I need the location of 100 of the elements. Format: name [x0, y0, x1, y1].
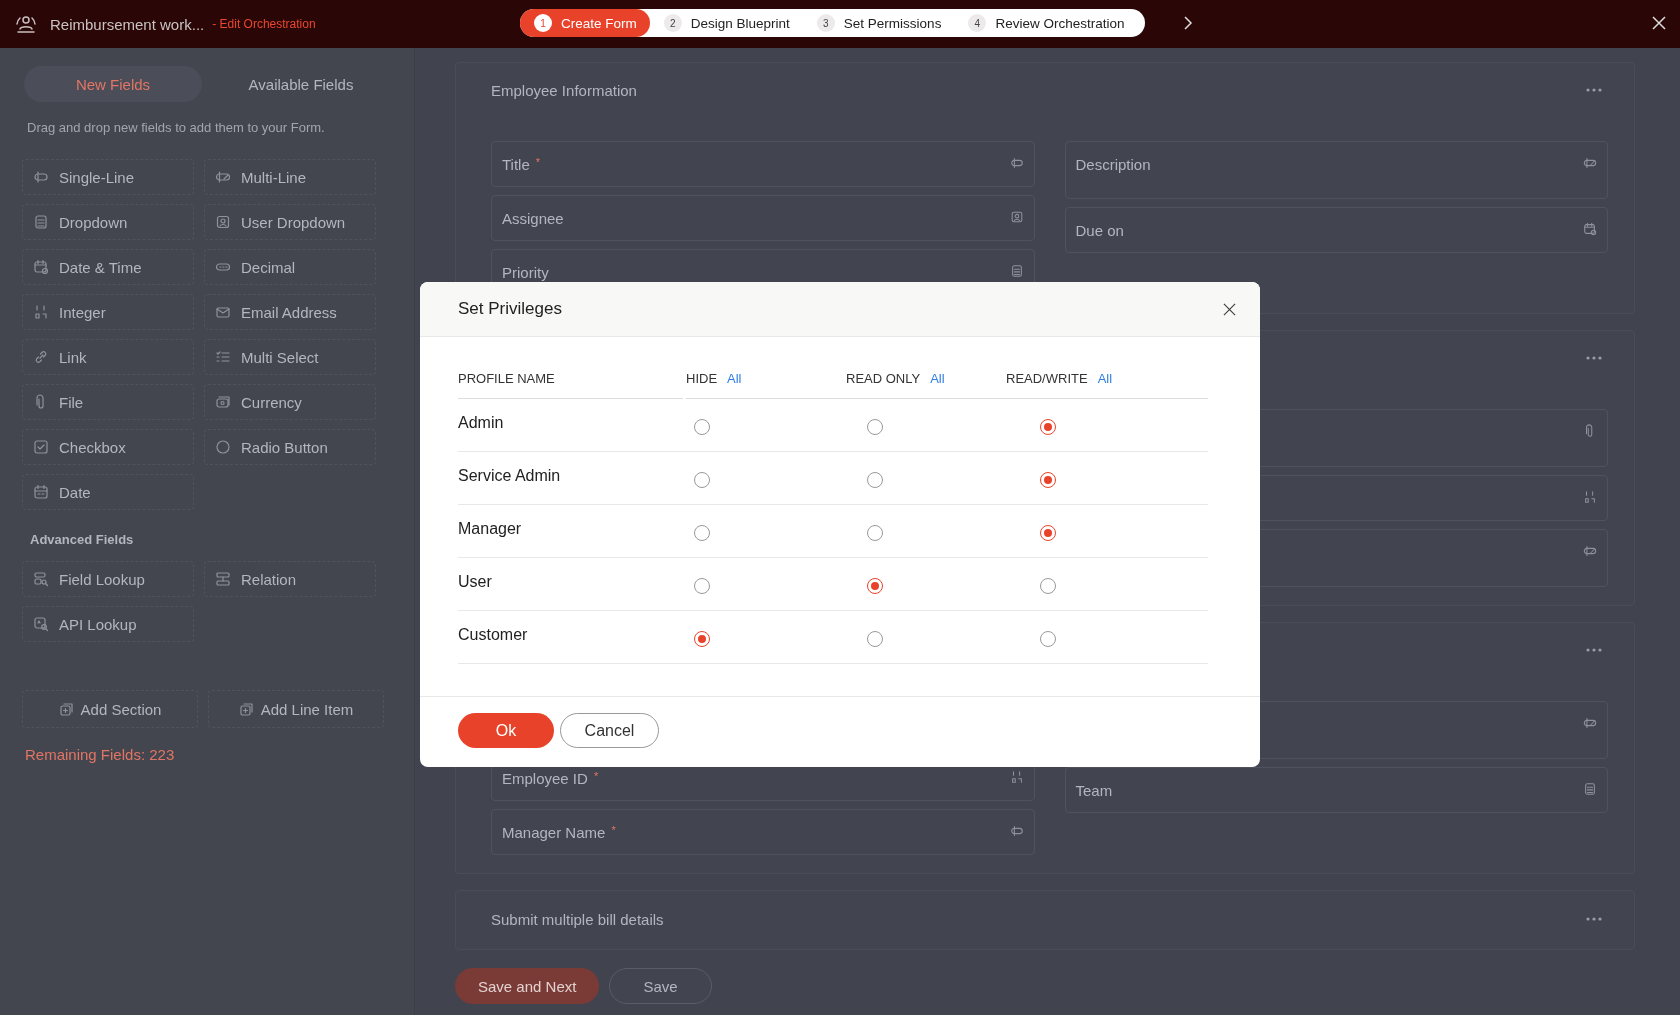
more-icon[interactable] [1586, 648, 1602, 652]
field-tab[interactable]: Available Fields [212, 66, 390, 102]
radio-button[interactable] [694, 472, 710, 488]
add-copy-icon [58, 701, 75, 717]
calendar-icon [33, 484, 49, 500]
select-all-link[interactable]: All [1097, 371, 1113, 386]
field-type-tile[interactable]: Single-Line [22, 159, 194, 195]
more-icon[interactable] [1586, 917, 1602, 921]
field-type-tile[interactable]: User Dropdown [204, 204, 376, 240]
api-search-icon [33, 616, 49, 632]
remaining-fields: Remaining Fields: 223 [25, 746, 389, 763]
profile-name: Service Admin [458, 467, 561, 486]
field-type-tile[interactable]: Link [22, 339, 194, 375]
field-tab[interactable]: New Fields [24, 66, 202, 102]
radio-button[interactable] [1040, 525, 1056, 541]
lookup-icon [33, 571, 49, 587]
field-type-tile[interactable]: Currency [204, 384, 376, 420]
column-header: HIDE [686, 371, 718, 386]
radio-button[interactable] [694, 578, 710, 594]
field-label: Title [502, 156, 530, 173]
number-grid-icon [1583, 490, 1597, 504]
field-label: Due on [1075, 222, 1124, 239]
text-field-icon [33, 169, 49, 185]
field-type-tile[interactable]: API Lookup [22, 606, 194, 642]
step-tab[interactable]: 4 Review Orchestration [954, 9, 1138, 37]
radio-button[interactable] [867, 578, 883, 594]
field-type-tile[interactable]: Field Lookup [22, 561, 194, 597]
field-type-tile[interactable]: Email Address [204, 294, 376, 330]
add-copy-icon [238, 701, 255, 717]
select-all-link[interactable]: All [727, 371, 742, 386]
field-label: Employee ID [502, 770, 588, 787]
close-icon[interactable] [1223, 302, 1236, 316]
profile-name: Manager [458, 520, 522, 539]
field-label: Team [1075, 782, 1113, 799]
text-area-icon [1583, 156, 1597, 170]
save-next-button[interactable]: Save and Next [455, 968, 600, 1004]
field-type-tile[interactable]: Decimal [204, 249, 376, 285]
edit-orchestration-link[interactable]: - Edit Orchestration [212, 17, 316, 31]
radio-button[interactable] [1040, 631, 1056, 647]
form-field[interactable]: Due on [1064, 207, 1608, 253]
list-icon [1009, 264, 1024, 278]
field-label: Description [1075, 156, 1151, 173]
add-button[interactable]: Add Line Item [208, 690, 384, 728]
ok-button[interactable]: Ok [458, 713, 554, 748]
select-all-link[interactable]: All [930, 371, 945, 386]
field-type-tile[interactable]: Relation [204, 561, 376, 597]
more-icon[interactable] [1586, 356, 1602, 360]
number-grid-icon [33, 304, 49, 320]
form-field[interactable]: Manager Name * [491, 809, 1035, 855]
field-type-tile[interactable]: Dropdown [22, 204, 194, 240]
section-title: Submit multiple bill details [491, 910, 664, 928]
radio-button[interactable] [1040, 578, 1056, 594]
field-label: Assignee [502, 210, 564, 227]
field-label: Priority [502, 264, 549, 281]
dialog-title: Set Privileges [458, 299, 562, 319]
step-tab[interactable]: 1 Create Form [520, 9, 650, 37]
banknote-icon [215, 394, 231, 410]
text-area-icon [215, 169, 231, 185]
radio-button[interactable] [867, 419, 883, 435]
radio-button[interactable] [694, 419, 710, 435]
text-field-icon [1009, 156, 1024, 170]
required-mark: * [611, 824, 616, 836]
field-type-tile[interactable]: Date [22, 474, 194, 510]
link-icon [33, 349, 49, 365]
field-type-tile[interactable]: Date & Time [22, 249, 194, 285]
more-icon[interactable] [1586, 88, 1602, 92]
field-type-tile[interactable]: Radio Button [204, 429, 376, 465]
add-button[interactable]: Add Section [22, 690, 198, 728]
column-header: READ ONLY [846, 371, 921, 386]
radio-button[interactable] [867, 525, 883, 541]
field-type-tile[interactable]: Checkbox [22, 429, 194, 465]
column-header: PROFILE NAME [458, 371, 555, 386]
radio-button[interactable] [1040, 419, 1056, 435]
field-label: Manager Name [502, 824, 606, 841]
step-tab[interactable]: 3 Set Permissions [802, 9, 955, 37]
cancel-button[interactable]: Cancel [560, 713, 659, 748]
radio-button[interactable] [694, 525, 710, 541]
field-type-tile[interactable]: Multi-Line [204, 159, 376, 195]
relation-icon [215, 571, 231, 587]
save-button[interactable]: Save [609, 968, 712, 1004]
step-tab[interactable]: 2 Design Blueprint [649, 9, 803, 37]
calendar-clock-icon [33, 259, 49, 275]
field-type-tile[interactable]: File [22, 384, 194, 420]
drag-hint: Drag and drop new fields to add them to your Form. [27, 120, 326, 135]
form-field[interactable]: Description [1064, 141, 1608, 199]
column-header: READ/WRITE [1006, 371, 1088, 386]
form-field[interactable]: Team [1064, 767, 1608, 813]
profile-name: User [458, 573, 492, 592]
field-type-tile[interactable]: Multi Select [204, 339, 376, 375]
radio-button[interactable] [867, 472, 883, 488]
text-area-icon [1583, 716, 1597, 730]
envelope-icon [215, 304, 231, 320]
form-field[interactable]: Assignee [491, 195, 1035, 241]
circle-icon [215, 439, 231, 455]
form-field[interactable]: Title * [491, 141, 1035, 187]
radio-button[interactable] [694, 631, 710, 647]
radio-button[interactable] [867, 631, 883, 647]
required-mark: * [593, 770, 599, 782]
field-type-tile[interactable]: Integer [22, 294, 194, 330]
radio-button[interactable] [1040, 472, 1056, 488]
